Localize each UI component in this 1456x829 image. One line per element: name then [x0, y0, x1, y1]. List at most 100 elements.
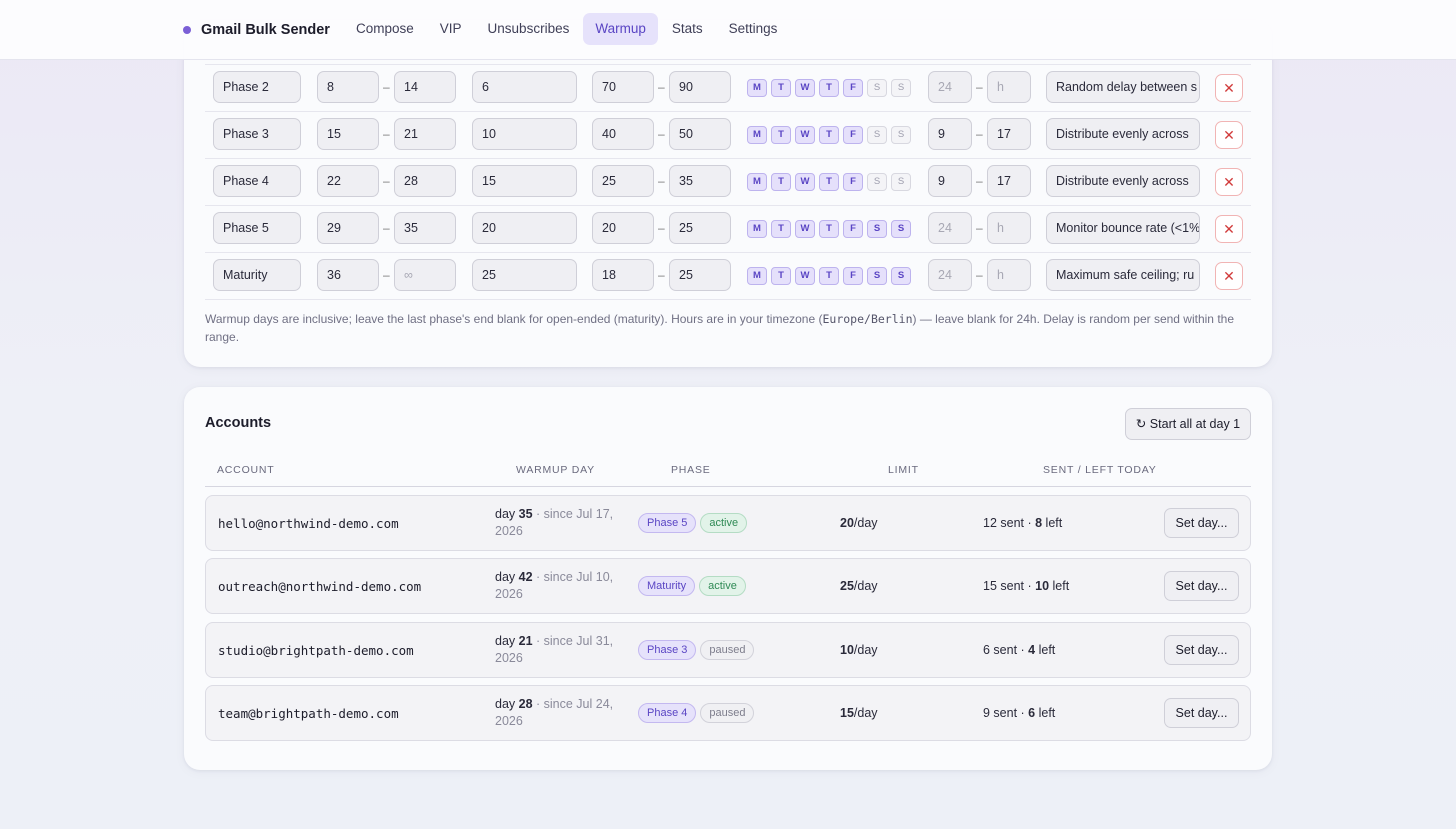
nav-stats[interactable]: Stats [660, 13, 715, 45]
daily-limit-input[interactable]: 15 [472, 165, 577, 197]
hour-end-input[interactable]: h [987, 259, 1031, 291]
delete-phase-button[interactable]: ✕ [1215, 168, 1243, 196]
day-end-input[interactable]: 14 [394, 71, 456, 103]
day-end-input[interactable]: ∞ [394, 259, 456, 291]
weekday-toggle[interactable]: T [819, 173, 839, 191]
hour-end-input[interactable]: h [987, 71, 1031, 103]
delay-min-input[interactable]: 20 [592, 212, 654, 244]
hour-end-input[interactable]: 17 [987, 165, 1031, 197]
day-start-input[interactable]: 29 [317, 212, 379, 244]
nav-settings[interactable]: Settings [717, 13, 790, 45]
weekday-toggle[interactable]: F [843, 173, 863, 191]
delay-min-input[interactable]: 25 [592, 165, 654, 197]
delay-max-input[interactable]: 90 [669, 71, 731, 103]
weekday-toggle[interactable]: T [819, 267, 839, 285]
phase-note-input[interactable]: Distribute evenly across [1046, 165, 1200, 197]
nav-vip[interactable]: VIP [428, 13, 474, 45]
phase-note-input[interactable]: Maximum safe ceiling; ru [1046, 259, 1200, 291]
weekday-toggle[interactable]: F [843, 79, 863, 97]
weekday-toggle[interactable]: M [747, 79, 767, 97]
weekday-toggle[interactable]: M [747, 173, 767, 191]
phase-name-input[interactable]: Phase 5 [213, 212, 301, 244]
phase-name-input[interactable]: Maturity [213, 259, 301, 291]
weekday-toggle[interactable]: T [771, 79, 791, 97]
set-day-button[interactable]: Set day... [1164, 571, 1239, 601]
daily-limit-input[interactable]: 10 [472, 118, 577, 150]
day-start-input[interactable]: 8 [317, 71, 379, 103]
hour-end-input[interactable]: 17 [987, 118, 1031, 150]
delay-max-input[interactable]: 50 [669, 118, 731, 150]
hour-end-input[interactable]: h [987, 212, 1031, 244]
weekday-toggle[interactable]: S [867, 126, 887, 144]
nav-compose[interactable]: Compose [344, 13, 426, 45]
phase-note-input[interactable]: Random delay between s [1046, 71, 1200, 103]
day-end-input[interactable]: 35 [394, 212, 456, 244]
weekday-toggle[interactable]: W [795, 220, 815, 238]
day-end-input[interactable]: 28 [394, 165, 456, 197]
weekday-toggle[interactable]: S [867, 267, 887, 285]
weekday-toggle[interactable]: S [867, 79, 887, 97]
daily-limit-input[interactable]: 25 [472, 259, 577, 291]
weekday-toggle[interactable]: T [819, 220, 839, 238]
set-day-button[interactable]: Set day... [1164, 635, 1239, 665]
weekday-toggle[interactable]: T [819, 126, 839, 144]
phase-note-input[interactable]: Distribute evenly across [1046, 118, 1200, 150]
weekday-toggle[interactable]: T [771, 220, 791, 238]
weekday-toggle[interactable]: W [795, 173, 815, 191]
day-end-input[interactable]: 21 [394, 118, 456, 150]
phase-note-input[interactable]: Monitor bounce rate (<1% [1046, 212, 1200, 244]
weekday-toggle[interactable]: T [819, 79, 839, 97]
hour-start-input[interactable]: 24 [928, 212, 972, 244]
delay-min-input[interactable]: 18 [592, 259, 654, 291]
weekday-toggle[interactable]: W [795, 79, 815, 97]
column-header-warmup-day: WARMUP DAY [516, 464, 595, 476]
brand[interactable]: Gmail Bulk Sender [183, 0, 330, 60]
delete-phase-button[interactable]: ✕ [1215, 262, 1243, 290]
hour-start-input[interactable]: 9 [928, 165, 972, 197]
weekday-toggle[interactable]: S [867, 220, 887, 238]
nav-warmup[interactable]: Warmup [583, 13, 658, 45]
weekday-toggle[interactable]: S [891, 173, 911, 191]
weekday-toggle[interactable]: T [771, 267, 791, 285]
weekday-toggle[interactable]: M [747, 220, 767, 238]
delay-max-input[interactable]: 35 [669, 165, 731, 197]
weekday-toggle[interactable]: W [795, 267, 815, 285]
start-all-day1-button[interactable]: ↻ Start all at day 1 [1125, 408, 1251, 440]
set-day-button[interactable]: Set day... [1164, 698, 1239, 728]
hour-start-input[interactable]: 24 [928, 259, 972, 291]
weekday-toggle[interactable]: T [771, 173, 791, 191]
weekday-toggle[interactable]: F [843, 220, 863, 238]
delay-max-input[interactable]: 25 [669, 259, 731, 291]
delete-phase-button[interactable]: ✕ [1215, 121, 1243, 149]
daily-limit-input[interactable]: 6 [472, 71, 577, 103]
phase-name-input[interactable]: Phase 3 [213, 118, 301, 150]
weekday-toggle[interactable]: W [795, 126, 815, 144]
weekday-toggle[interactable]: F [843, 126, 863, 144]
delete-phase-button[interactable]: ✕ [1215, 215, 1243, 243]
weekday-toggle[interactable]: S [867, 173, 887, 191]
delay-min-input[interactable]: 40 [592, 118, 654, 150]
day-start-input[interactable]: 15 [317, 118, 379, 150]
delete-phase-button[interactable]: ✕ [1215, 74, 1243, 102]
weekday-toggle[interactable]: F [843, 267, 863, 285]
weekday-toggle[interactable]: M [747, 267, 767, 285]
daily-limit-input[interactable]: 20 [472, 212, 577, 244]
weekday-toggle[interactable]: S [891, 267, 911, 285]
day-start-input[interactable]: 36 [317, 259, 379, 291]
delay-max-input[interactable]: 25 [669, 212, 731, 244]
weekday-toggle[interactable]: S [891, 220, 911, 238]
weekday-toggle[interactable]: M [747, 126, 767, 144]
phase-name-input[interactable]: Phase 4 [213, 165, 301, 197]
weekday-toggle[interactable]: S [891, 79, 911, 97]
weekday-toggle[interactable]: T [771, 126, 791, 144]
phase-name-input[interactable]: Phase 2 [213, 71, 301, 103]
hour-start-input[interactable]: 24 [928, 71, 972, 103]
set-day-button[interactable]: Set day... [1164, 508, 1239, 538]
account-row: outreach@northwind-demo.com day 42 · sinc… [205, 558, 1251, 614]
day-start-input[interactable]: 22 [317, 165, 379, 197]
nav-unsubscribes[interactable]: Unsubscribes [476, 13, 582, 45]
hour-start-input[interactable]: 9 [928, 118, 972, 150]
weekday-toggle[interactable]: S [891, 126, 911, 144]
delay-min-input[interactable]: 70 [592, 71, 654, 103]
account-email: studio@brightpath-demo.com [218, 643, 414, 658]
